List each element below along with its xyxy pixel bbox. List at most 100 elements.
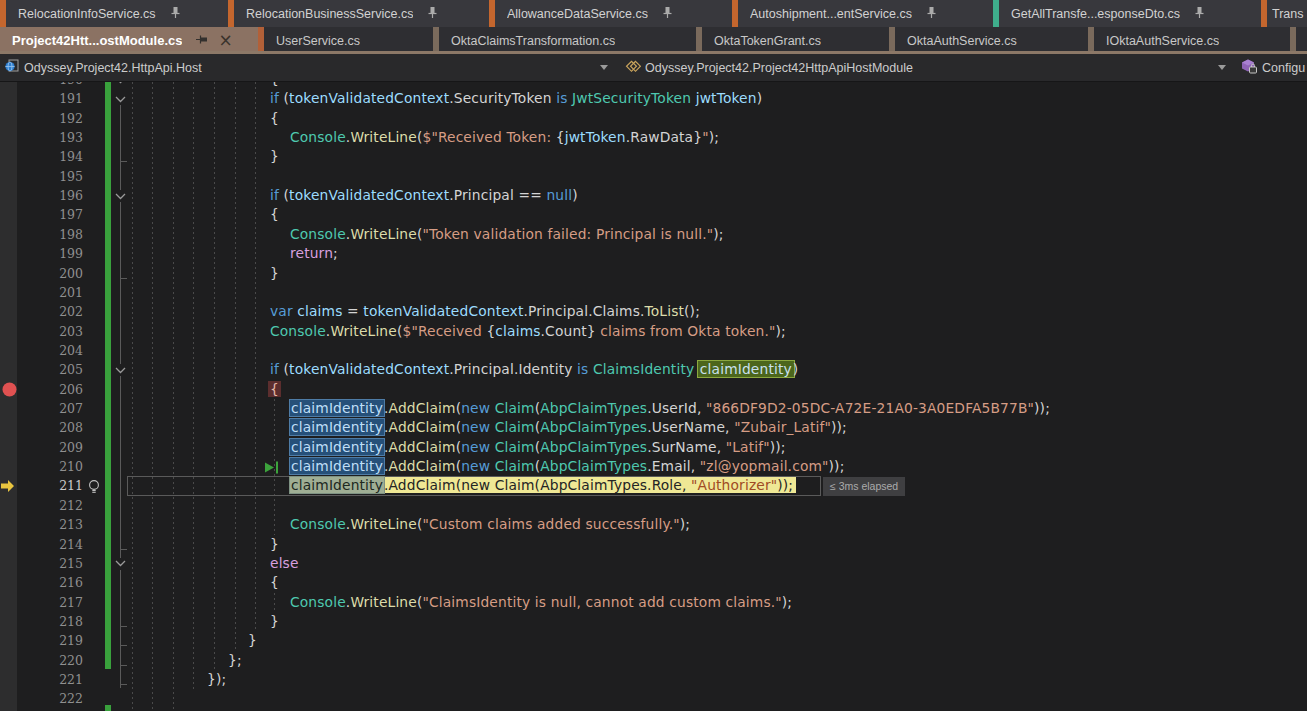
line-number: 192 xyxy=(0,109,83,128)
line-number: 196 xyxy=(0,186,83,205)
code-line[interactable]: Console.WriteLine("Token validation fail… xyxy=(290,225,724,244)
code-line[interactable]: else xyxy=(270,554,299,573)
pin-icon[interactable] xyxy=(926,6,937,22)
code-line[interactable]: if (tokenValidatedContext.Principal == n… xyxy=(270,186,578,205)
line-number: 199 xyxy=(0,244,83,263)
code-line[interactable]: Console.WriteLine("ClaimsIdentity is nul… xyxy=(290,593,792,612)
change-tracking-bar xyxy=(105,705,111,711)
code-line[interactable]: { xyxy=(270,380,279,399)
line-number: 217 xyxy=(0,593,83,612)
line-number: 218 xyxy=(0,612,83,631)
member-dropdown-chevron[interactable] xyxy=(1218,65,1226,70)
fold-end-tick xyxy=(121,626,127,627)
fold-end-tick xyxy=(121,665,127,666)
lightbulb-icon[interactable] xyxy=(87,479,101,494)
code-line[interactable]: return; xyxy=(290,244,338,263)
open-tab-5[interactable]: IOktaAuthService.cs xyxy=(1094,27,1290,54)
tab-label: RelocationBusinessService.cs xyxy=(246,7,413,21)
run-to-click-icon[interactable] xyxy=(265,461,282,474)
fold-chevron[interactable] xyxy=(113,93,128,105)
pin-icon[interactable] xyxy=(1194,6,1205,22)
fold-chevron[interactable] xyxy=(113,364,128,376)
project-dropdown-chevron[interactable] xyxy=(600,65,608,70)
perf-tip[interactable]: ≤ 3ms elapsed xyxy=(823,477,905,496)
member-dropdown[interactable]: Odyssey.Project42.Project42HttpApiHostMo… xyxy=(608,58,1226,77)
code-line[interactable]: } xyxy=(270,535,279,554)
code-line[interactable]: claimIdentity.AddClaim(new Claim(AbpClai… xyxy=(290,438,786,457)
fold-end-tick xyxy=(121,684,127,685)
fold-chevron[interactable] xyxy=(113,558,128,570)
code-line[interactable]: if (tokenValidatedContext.SecurityToken … xyxy=(270,89,762,108)
line-number: 222 xyxy=(0,689,83,708)
pinned-tab-2[interactable]: AllowanceDataService.cs xyxy=(495,0,732,27)
pin-icon[interactable] xyxy=(170,6,181,22)
pin-icon[interactable] xyxy=(662,6,673,22)
tab-label: Trans xyxy=(1272,7,1304,21)
tab-label: Autoshipment...entService.cs xyxy=(750,7,912,21)
pin-icon[interactable] xyxy=(427,6,438,22)
line-number: 208 xyxy=(0,418,83,437)
tab-label: OktaAuthService.cs xyxy=(907,34,1017,48)
code-line[interactable]: Console.WriteLine($"Received Token: {jwt… xyxy=(290,128,719,147)
outline-line[interactable] xyxy=(120,98,121,688)
code-editor[interactable]: 190{191if (tokenValidatedContext.Securit… xyxy=(0,82,1307,711)
line-number: 221 xyxy=(0,670,83,689)
code-line[interactable]: Console.WriteLine("Custom claims added s… xyxy=(290,515,690,534)
indent-guide xyxy=(255,82,256,632)
code-line[interactable]: } xyxy=(270,264,279,283)
right-dropdown[interactable]: Configu xyxy=(1226,58,1305,78)
code-line[interactable]: { xyxy=(270,82,279,89)
code-line[interactable]: } xyxy=(270,147,279,166)
code-line[interactable]: { xyxy=(270,205,279,224)
open-tab-3[interactable]: OktaTokenGrant.cs xyxy=(702,27,889,54)
open-tab-4[interactable]: OktaAuthService.cs xyxy=(895,27,1088,54)
line-number: 220 xyxy=(0,651,83,670)
tab-label: AllowanceDataService.cs xyxy=(507,7,648,21)
line-number: 215 xyxy=(0,554,83,573)
line-number: 203 xyxy=(0,322,83,341)
pinned-tab-0[interactable]: RelocationInfoService.cs xyxy=(6,0,228,27)
breakpoint-dot[interactable] xyxy=(2,382,17,397)
pinned-tab-5[interactable]: Trans xyxy=(1267,0,1307,27)
open-tab-row: Project42Htt...ostModule.cs× UserService.… xyxy=(0,27,1307,54)
code-line[interactable]: Console.WriteLine($"Received {claims.Cou… xyxy=(270,322,786,341)
indent-guide xyxy=(132,82,133,711)
code-line[interactable]: if (tokenValidatedContext.Principal.Iden… xyxy=(270,360,798,379)
pinned-tab-1[interactable]: RelocationBusinessService.cs xyxy=(234,0,489,27)
line-number: 193 xyxy=(0,128,83,147)
line-number: 200 xyxy=(0,264,83,283)
open-tab-6[interactable] xyxy=(1296,27,1307,54)
fold-chevron[interactable] xyxy=(113,190,128,202)
code-line[interactable]: }); xyxy=(207,670,226,689)
project-dropdown-label: Odyssey.Project42.HttpApi.Host xyxy=(24,61,202,75)
project-dropdown[interactable]: Odyssey.Project42.HttpApi.Host xyxy=(0,58,608,77)
code-line[interactable]: claimIdentity.AddClaim(new Claim(AbpClai… xyxy=(290,476,796,495)
code-line[interactable]: claimIdentity.AddClaim(new Claim(AbpClai… xyxy=(290,399,1050,418)
code-line[interactable]: claimIdentity.AddClaim(new Claim(AbpClai… xyxy=(290,457,844,476)
change-tracking-bar xyxy=(105,82,111,669)
indent-guide xyxy=(214,82,215,670)
pinned-tab-4[interactable]: GetAllTransfe...esponseDto.cs xyxy=(999,0,1261,27)
fold-chevron[interactable] xyxy=(113,82,128,86)
line-number: 214 xyxy=(0,535,83,554)
code-line[interactable]: { xyxy=(270,109,279,128)
open-tab-1[interactable]: UserService.cs xyxy=(264,27,433,54)
fold-end-tick xyxy=(121,645,127,646)
pinned-tab-3[interactable]: Autoshipment...entService.cs xyxy=(738,0,993,27)
code-line[interactable]: { xyxy=(270,573,279,592)
line-number: 194 xyxy=(0,147,83,166)
line-number: 219 xyxy=(0,631,83,650)
open-tab-0[interactable]: Project42Htt...ostModule.cs× xyxy=(0,27,258,54)
code-line[interactable]: claimIdentity.AddClaim(new Claim(AbpClai… xyxy=(290,418,847,437)
code-line[interactable]: }; xyxy=(228,651,242,670)
tab-label: UserService.cs xyxy=(276,34,360,48)
tab-label: GetAllTransfe...esponseDto.cs xyxy=(1011,7,1180,21)
code-line[interactable]: } xyxy=(248,631,257,650)
line-number: 190 xyxy=(0,82,83,89)
close-icon[interactable]: × xyxy=(218,32,232,49)
code-line[interactable]: } xyxy=(270,612,279,631)
pin-icon[interactable] xyxy=(196,33,207,49)
line-number: 205 xyxy=(0,360,83,379)
code-line[interactable]: var claims = tokenValidatedContext.Princ… xyxy=(270,302,700,321)
open-tab-2[interactable]: OktaClaimsTransformation.cs xyxy=(439,27,696,54)
